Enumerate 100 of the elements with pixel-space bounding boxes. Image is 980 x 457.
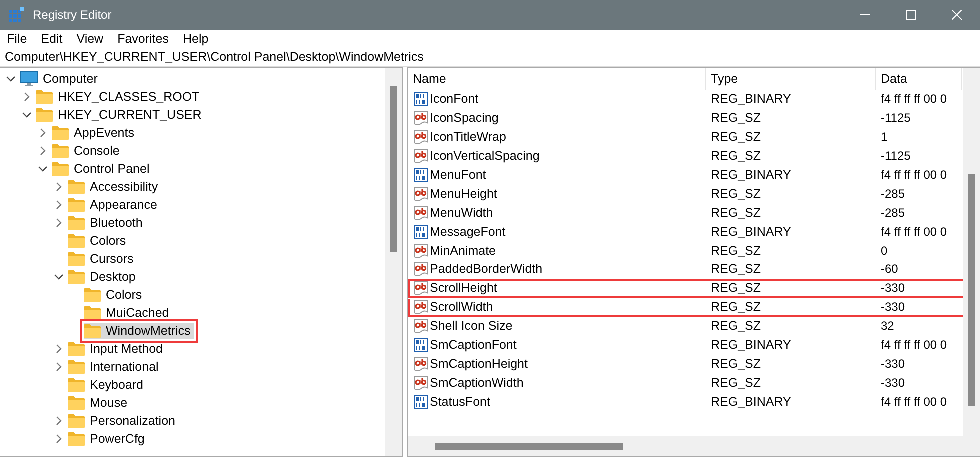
value-type-cell-text: REG_SZ bbox=[710, 111, 762, 126]
value-name-cell: PaddedBorderWidth bbox=[408, 261, 706, 278]
folder-icon bbox=[68, 432, 85, 446]
tree-item[interactable]: Desktop bbox=[68, 269, 139, 285]
tree-item[interactable]: Bluetooth bbox=[68, 215, 146, 231]
chevron-right-icon[interactable] bbox=[54, 182, 64, 192]
tree-item[interactable]: Colors bbox=[84, 287, 146, 303]
tree-item[interactable]: WindowMetrics bbox=[84, 323, 194, 339]
tree-item[interactable]: Console bbox=[52, 143, 123, 159]
folder-icon bbox=[52, 126, 69, 140]
tree-item[interactable]: Control Panel bbox=[52, 161, 153, 177]
menu-item[interactable]: Help bbox=[182, 32, 215, 46]
window-title: Registry Editor bbox=[33, 8, 112, 22]
tree-item[interactable]: HKEY_CURRENT_USER bbox=[36, 107, 205, 123]
folder-icon bbox=[68, 414, 85, 428]
value-type-cell-text: REG_SZ bbox=[710, 319, 762, 334]
value-data-cell-text: -60 bbox=[880, 262, 900, 276]
column-header[interactable]: Type bbox=[706, 68, 876, 90]
tree-item[interactable]: Input Method bbox=[68, 341, 166, 357]
tree-item[interactable]: Keyboard bbox=[68, 377, 147, 393]
value-name-cell: MenuWidth bbox=[408, 204, 706, 221]
chevron-right-icon[interactable] bbox=[54, 434, 64, 444]
value-data-cell-text: 32 bbox=[880, 319, 896, 334]
value-data-cell-text: -285 bbox=[880, 206, 906, 220]
value-type-cell-text: REG_BINARY bbox=[710, 394, 792, 409]
tree-item[interactable]: MuiCached bbox=[84, 305, 172, 321]
value-name-cell: IconTitleWrap bbox=[408, 129, 706, 146]
value-type-cell-text: REG_SZ bbox=[710, 186, 762, 201]
value-data-cell-text: -330 bbox=[880, 356, 906, 371]
value-data-cell-text: f4 ff ff ff 00 0 bbox=[880, 338, 948, 352]
tree-item[interactable]: Colors bbox=[68, 233, 130, 249]
value-type-cell-text: REG_BINARY bbox=[710, 92, 792, 106]
folder-icon bbox=[84, 324, 101, 338]
value-type-cell-text: REG_SZ bbox=[710, 281, 762, 296]
column-header[interactable]: Name bbox=[408, 68, 706, 90]
chevron-down-icon[interactable] bbox=[6, 74, 16, 84]
value-name-cell: Shell Icon Size bbox=[408, 318, 706, 334]
scrollbar-thumb[interactable] bbox=[968, 174, 975, 406]
tree-item[interactable]: AppEvents bbox=[52, 125, 138, 141]
tree-item[interactable]: HKEY_CLASSES_ROOT bbox=[36, 89, 203, 105]
chevron-right-icon[interactable] bbox=[38, 146, 48, 156]
chevron-down-icon[interactable] bbox=[54, 272, 64, 282]
menu-item[interactable]: Edit bbox=[41, 32, 69, 46]
value-name-cell: IconFont bbox=[408, 91, 706, 108]
value-data-cell-text: -330 bbox=[880, 376, 906, 390]
folder-icon bbox=[52, 162, 69, 176]
value-data-cell-text: -330 bbox=[880, 281, 906, 296]
value-type-cell-text: REG_SZ bbox=[710, 244, 762, 258]
value-type-cell-text: REG_SZ bbox=[710, 130, 762, 144]
value-name-cell: MinAnimate bbox=[408, 242, 706, 259]
column-header[interactable]: Data bbox=[876, 68, 962, 90]
tree-item[interactable]: Mouse bbox=[68, 395, 131, 411]
chevron-right-icon[interactable] bbox=[54, 200, 64, 210]
scrollbar-thumb[interactable] bbox=[435, 443, 623, 450]
value-name-cell: SmCaptionFont bbox=[408, 337, 706, 354]
scrollbar-thumb[interactable] bbox=[390, 86, 397, 252]
app-grid-icon bbox=[9, 7, 25, 23]
tree-item[interactable]: Accessibility bbox=[68, 179, 162, 195]
folder-icon bbox=[36, 108, 53, 122]
value-name-cell: StatusFont bbox=[408, 394, 706, 410]
folder-icon bbox=[68, 180, 85, 194]
menu-item[interactable]: View bbox=[76, 32, 110, 46]
menu-item[interactable]: Favorites bbox=[118, 32, 175, 46]
tree-item[interactable]: Cursors bbox=[68, 251, 137, 267]
chevron-right-icon[interactable] bbox=[54, 362, 64, 372]
chevron-right-icon[interactable] bbox=[54, 344, 64, 354]
folder-icon bbox=[68, 216, 85, 230]
folder-icon bbox=[68, 378, 85, 392]
chevron-right-icon[interactable] bbox=[38, 128, 48, 138]
value-type-cell-text: REG_BINARY bbox=[710, 168, 792, 182]
chevron-right-icon[interactable] bbox=[22, 92, 32, 102]
value-name-cell: IconSpacing bbox=[408, 110, 706, 126]
chevron-down-icon[interactable] bbox=[38, 164, 48, 174]
value-data-cell-text: f4 ff ff ff 00 0 bbox=[880, 224, 948, 239]
tree-item[interactable]: Personalization bbox=[68, 413, 178, 429]
monitor-icon bbox=[20, 71, 38, 87]
tree-item[interactable]: Computer bbox=[20, 70, 101, 88]
value-data-cell-text: f4 ff ff ff 00 0 bbox=[880, 394, 948, 409]
value-type-cell-text: REG_SZ bbox=[710, 376, 762, 390]
folder-icon bbox=[68, 270, 85, 284]
value-data-cell-text: f4 ff ff ff 00 0 bbox=[880, 92, 948, 106]
chevron-right-icon[interactable] bbox=[54, 416, 64, 426]
value-name-cell: SmCaptionHeight bbox=[408, 356, 706, 372]
tree-item[interactable]: Appearance bbox=[68, 197, 160, 213]
value-type-cell-text: REG_SZ bbox=[710, 262, 762, 276]
folder-icon bbox=[68, 198, 85, 212]
value-type-cell-text: REG_SZ bbox=[710, 356, 762, 371]
tree-item[interactable]: International bbox=[68, 359, 162, 375]
address-field[interactable]: Computer\HKEY_CURRENT_USER\Control Panel\Desktop\WindowMetrics bbox=[0, 48, 980, 67]
value-type-cell-text: REG_SZ bbox=[710, 149, 762, 164]
chevron-right-icon[interactable] bbox=[54, 218, 64, 228]
value-data-cell-text: f4 ff ff ff 00 0 bbox=[880, 168, 948, 182]
value-name-cell: MessageFont bbox=[408, 224, 706, 240]
folder-icon bbox=[68, 252, 85, 266]
menu-item[interactable]: File bbox=[7, 32, 34, 46]
folder-icon bbox=[84, 306, 101, 320]
folder-icon bbox=[68, 342, 85, 356]
value-data-cell-text: -1125 bbox=[880, 149, 912, 164]
chevron-down-icon[interactable] bbox=[22, 110, 32, 120]
tree-item[interactable]: PowerCfg bbox=[68, 431, 148, 447]
